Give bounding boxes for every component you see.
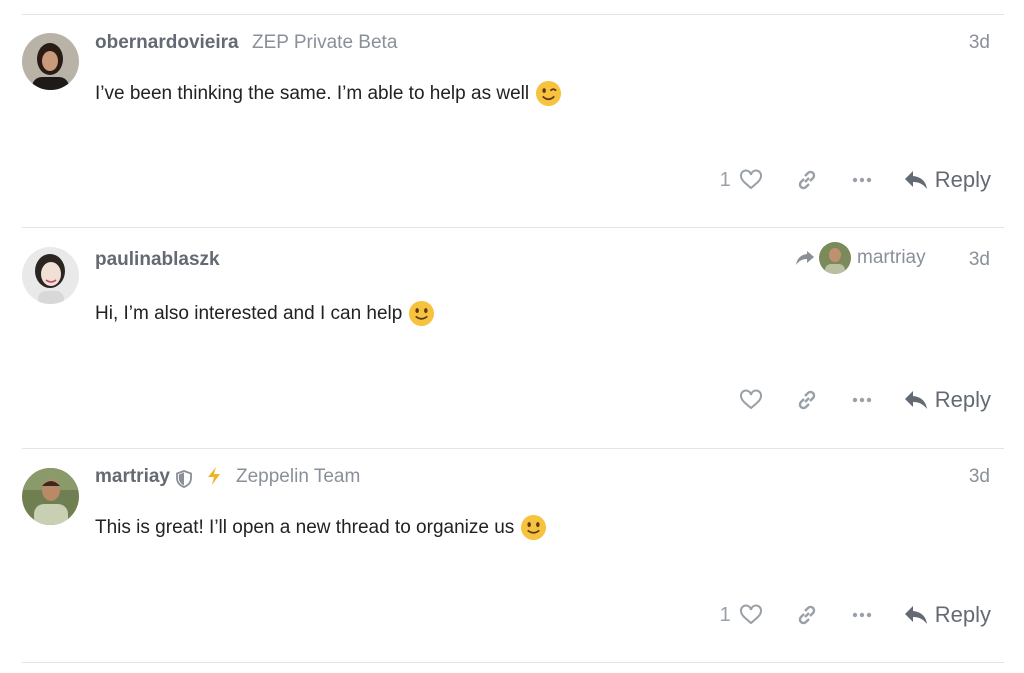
avatar[interactable] [22, 247, 79, 304]
wink-emoji-icon [535, 80, 562, 107]
reply-label: Reply [934, 167, 991, 192]
post-text: I’ve been thinking the same. I’m able to… [95, 82, 530, 104]
reply-icon [904, 606, 927, 624]
avatar-image [22, 33, 79, 90]
post-date[interactable]: 3d [969, 249, 990, 271]
reply-button[interactable]: Reply [903, 387, 991, 413]
post-date[interactable]: 3d [969, 466, 990, 488]
user-group[interactable]: ZEP Private Beta [252, 32, 397, 54]
post: obernardovieira ZEP Private Beta 3d I’ve… [0, 14, 1024, 227]
divider [22, 662, 1004, 663]
reply-button[interactable]: Reply [903, 167, 991, 193]
reply-icon [904, 171, 927, 189]
post-body: Hi, I’m also interested and I can help [95, 300, 435, 327]
like-count[interactable]: 1 [720, 604, 731, 627]
username[interactable]: obernardovieira [95, 32, 239, 54]
post-stream: obernardovieira ZEP Private Beta 3d I’ve… [0, 0, 1024, 673]
reply-arrow-icon [796, 251, 814, 265]
reply-label: Reply [934, 387, 991, 412]
link-icon[interactable] [795, 168, 819, 192]
more-options-icon[interactable] [851, 603, 873, 627]
more-options-icon[interactable] [851, 168, 873, 192]
avatar-image [22, 247, 79, 304]
link-icon[interactable] [795, 603, 819, 627]
heart-icon[interactable] [739, 603, 763, 627]
reply-to-tab[interactable]: martriay [795, 242, 926, 274]
post-actions: 1 Reply [720, 165, 991, 195]
reply-to-username: martriay [857, 247, 926, 268]
username[interactable]: paulinablaszk [95, 249, 220, 271]
reply-label: Reply [934, 602, 991, 627]
smile-emoji-icon [520, 514, 547, 541]
post-text: This is great! I’ll open a new thread to… [95, 516, 515, 538]
post-body: I’ve been thinking the same. I’m able to… [95, 80, 562, 107]
post: martriay Zeppelin Team 3d This is great!… [0, 448, 1024, 663]
post-actions: Reply [739, 385, 991, 415]
link-icon[interactable] [795, 388, 819, 412]
heart-icon[interactable] [739, 388, 763, 412]
heart-icon[interactable] [739, 168, 763, 192]
reply-to-avatar [819, 242, 851, 274]
reply-button[interactable]: Reply [903, 602, 991, 628]
user-group[interactable]: Zeppelin Team [236, 466, 360, 488]
more-options-icon[interactable] [851, 388, 873, 412]
post: paulinablaszk martriay 3d Hi, I’m also i… [0, 227, 1024, 448]
avatar[interactable] [22, 33, 79, 90]
post-date[interactable]: 3d [969, 32, 990, 54]
lightning-bolt-icon [205, 466, 223, 486]
post-body: This is great! I’ll open a new thread to… [95, 514, 547, 541]
avatar[interactable] [22, 468, 79, 525]
reply-icon [904, 391, 927, 409]
like-count[interactable]: 1 [720, 169, 731, 192]
smile-emoji-icon [408, 300, 435, 327]
post-text: Hi, I’m also interested and I can help [95, 302, 403, 324]
avatar-image [22, 468, 79, 525]
post-actions: 1 Reply [720, 600, 991, 630]
shield-icon [176, 470, 192, 488]
username[interactable]: martriay [95, 466, 170, 488]
